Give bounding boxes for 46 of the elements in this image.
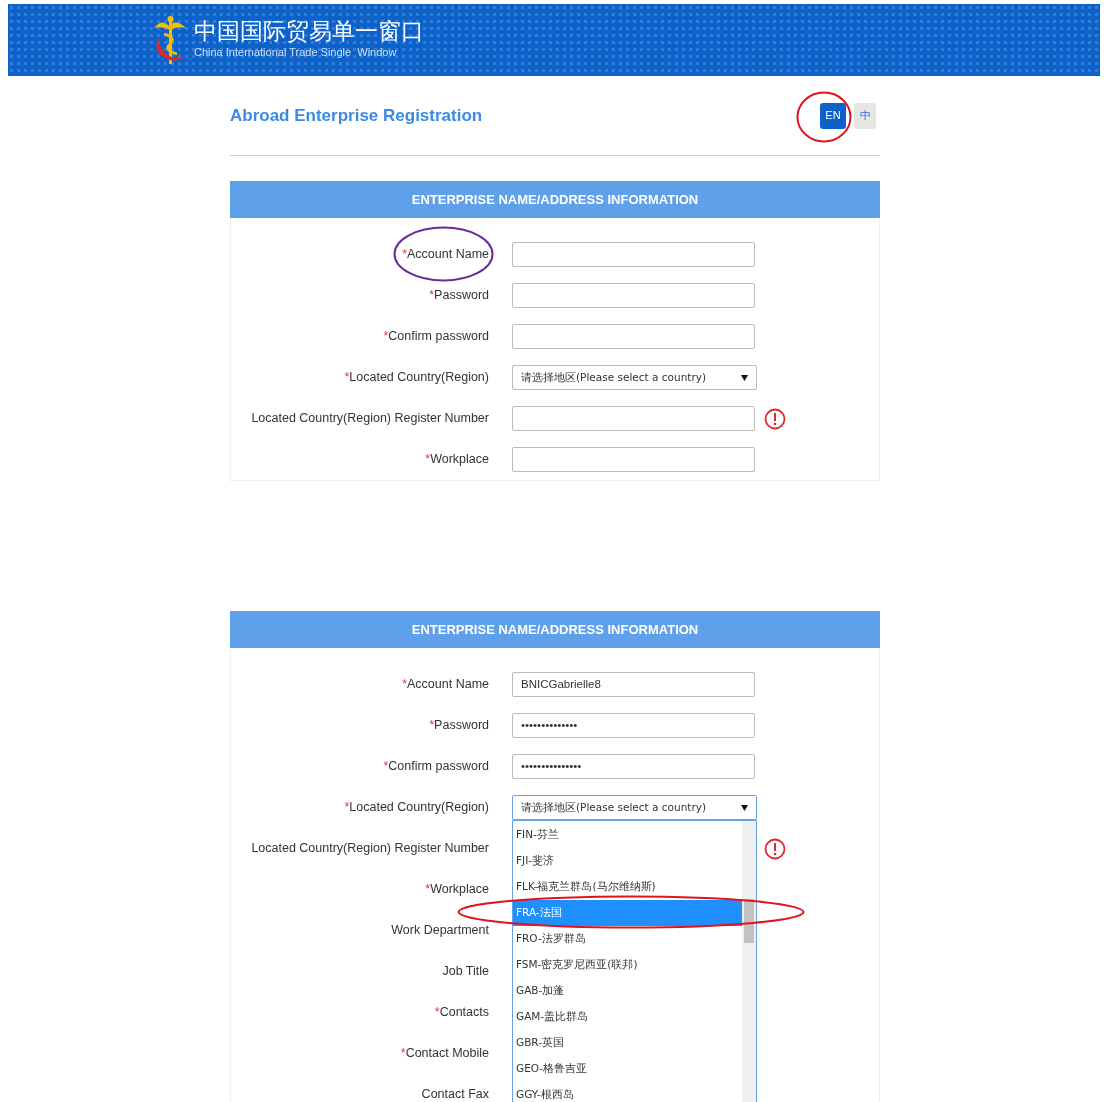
input-field[interactable]: ••••••••••••••• <box>512 754 755 779</box>
dropdown-option[interactable]: GAM-盖比群岛 <box>513 1004 742 1030</box>
input-field[interactable]: •••••••••••••• <box>512 713 755 738</box>
field-label: Work Department <box>390 922 489 940</box>
language-button[interactable]: 中 <box>854 102 876 129</box>
field-label: *Account Name <box>401 676 489 694</box>
dropdown-option[interactable]: GGY-根西岛 <box>513 1082 742 1102</box>
input-field[interactable] <box>512 283 755 308</box>
section-header: ENTERPRISE NAME/ADDRESS INFORMATION <box>230 181 880 218</box>
dropdown-option[interactable]: GEO-格鲁吉亚 <box>513 1056 742 1082</box>
site-title: 中国国际贸易单一窗口 <box>194 19 424 45</box>
language-button[interactable]: EN <box>820 102 846 129</box>
input-field[interactable] <box>512 242 755 267</box>
field-label: Contact Fax <box>420 1086 489 1102</box>
country-select[interactable]: 请选择地区(Please select a country) <box>512 365 757 390</box>
field-label: *Workplace <box>424 881 489 899</box>
caret-icon <box>741 374 748 381</box>
field-label: Located Country(Region) Register Number <box>250 410 489 428</box>
field-label: *Located Country(Region) <box>343 369 489 387</box>
country-select[interactable]: 请选择地区(Please select a country) <box>512 795 757 820</box>
input-field[interactable]: BNICGabrielle8 <box>512 672 755 697</box>
dropdown-option[interactable]: FRO-法罗群岛 <box>513 926 742 952</box>
field-label: Located Country(Region) Register Number <box>250 840 489 858</box>
page-title: Abroad Enterprise Registration <box>230 104 483 127</box>
dropdown-option[interactable]: GBR-英国 <box>513 1030 742 1056</box>
field-label: *Confirm password <box>382 758 489 776</box>
field-label: *Account Name <box>401 246 489 264</box>
field-label: *Contacts <box>433 1004 489 1022</box>
section-header: ENTERPRISE NAME/ADDRESS INFORMATION <box>230 611 880 648</box>
dropdown-option[interactable]: FJI-斐济 <box>513 848 742 874</box>
field-label: *Password <box>428 717 489 735</box>
input-field[interactable] <box>512 324 755 349</box>
field-label: *Contact Mobile <box>399 1045 489 1063</box>
site-subtitle: China International Trade Single Window <box>194 45 398 61</box>
field-label: *Located Country(Region) <box>343 799 489 817</box>
field-label: *Confirm password <box>382 328 489 346</box>
caret-icon <box>741 804 748 811</box>
field-label: *Workplace <box>424 451 489 469</box>
dropdown-option[interactable]: FIN-芬兰 <box>513 822 742 848</box>
dropdown-option[interactable]: FLK-福克兰群岛(马尔维纳斯) <box>513 874 742 900</box>
input-field[interactable] <box>512 447 755 472</box>
dropdown-option[interactable]: FSM-密克罗尼西亚(联邦) <box>513 952 742 978</box>
input-field[interactable] <box>512 406 755 431</box>
field-label: *Password <box>428 287 489 305</box>
dropdown-option[interactable]: GAB-加蓬 <box>513 978 742 1004</box>
field-label: Job Title <box>441 963 489 981</box>
